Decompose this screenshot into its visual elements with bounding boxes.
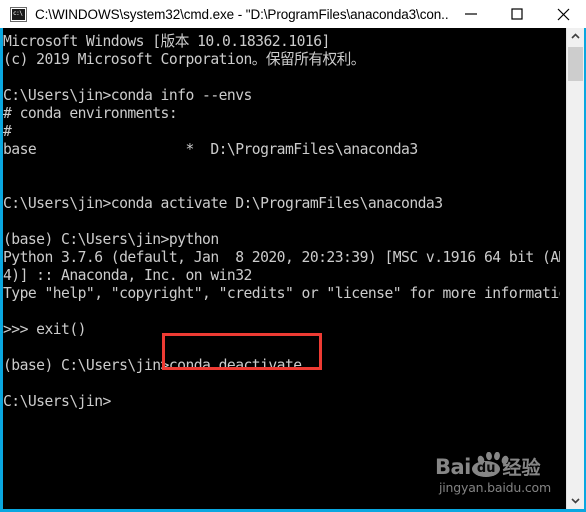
console-line: (c) 2019 Microsoft Corporation。保留所有权利。: [3, 51, 365, 68]
console-text: Microsoft Windows [版本 10.0.18362.1016] (c…: [3, 33, 560, 411]
console-output-area[interactable]: Microsoft Windows [版本 10.0.18362.1016] (c…: [3, 28, 560, 509]
console-line: Python 3.7.6 (default, Jan 8 2020, 20:23…: [3, 249, 560, 266]
console-scrollbar[interactable]: [566, 28, 584, 509]
close-button[interactable]: [540, 0, 586, 28]
maximize-button[interactable]: [494, 0, 540, 28]
console-line: C:\Users\jin>conda info --envs: [3, 87, 252, 104]
console-line: >>> exit(): [3, 321, 86, 338]
watermark-brand: Bai: [435, 455, 471, 479]
minimize-button[interactable]: [448, 0, 494, 28]
title-bar: c:\ C:\WINDOWS\system32\cmd.exe - "D:\Pr…: [0, 0, 586, 28]
console-line: Microsoft Windows [版本 10.0.18362.1016]: [3, 33, 330, 50]
scrollbar-thumb[interactable]: [568, 47, 583, 81]
window-title: C:\WINDOWS\system32\cmd.exe - "D:\Progra…: [35, 6, 448, 22]
console-line: C:\Users\jin>: [3, 393, 111, 410]
cmd-window: c:\ C:\WINDOWS\system32\cmd.exe - "D:\Pr…: [0, 0, 586, 512]
chevron-down-icon[interactable]: [567, 492, 584, 509]
baidu-watermark: Bai du 经验 jingyan.baidu.com: [435, 452, 555, 497]
console-line: Type "help", "copyright", "credits" or "…: [3, 285, 560, 302]
chevron-up-icon[interactable]: [567, 28, 584, 45]
console-line: (base) C:\Users\jin>python: [3, 231, 219, 248]
console-line: C:\Users\jin>conda activate D:\ProgramFi…: [3, 195, 443, 212]
baidu-paw-icon: [477, 452, 509, 465]
cmd-console-icon: c:\: [10, 6, 27, 22]
console-line: base * D:\ProgramFiles\anaconda3: [3, 141, 418, 158]
console-line: (base) C:\Users\jin>conda deactivate: [3, 357, 302, 374]
console-line: # conda environments:: [3, 105, 178, 122]
console-line: #: [3, 123, 12, 140]
watermark-url: jingyan.baidu.com: [439, 480, 551, 495]
console-line: 4)] :: Anaconda, Inc. on win32: [3, 267, 252, 284]
